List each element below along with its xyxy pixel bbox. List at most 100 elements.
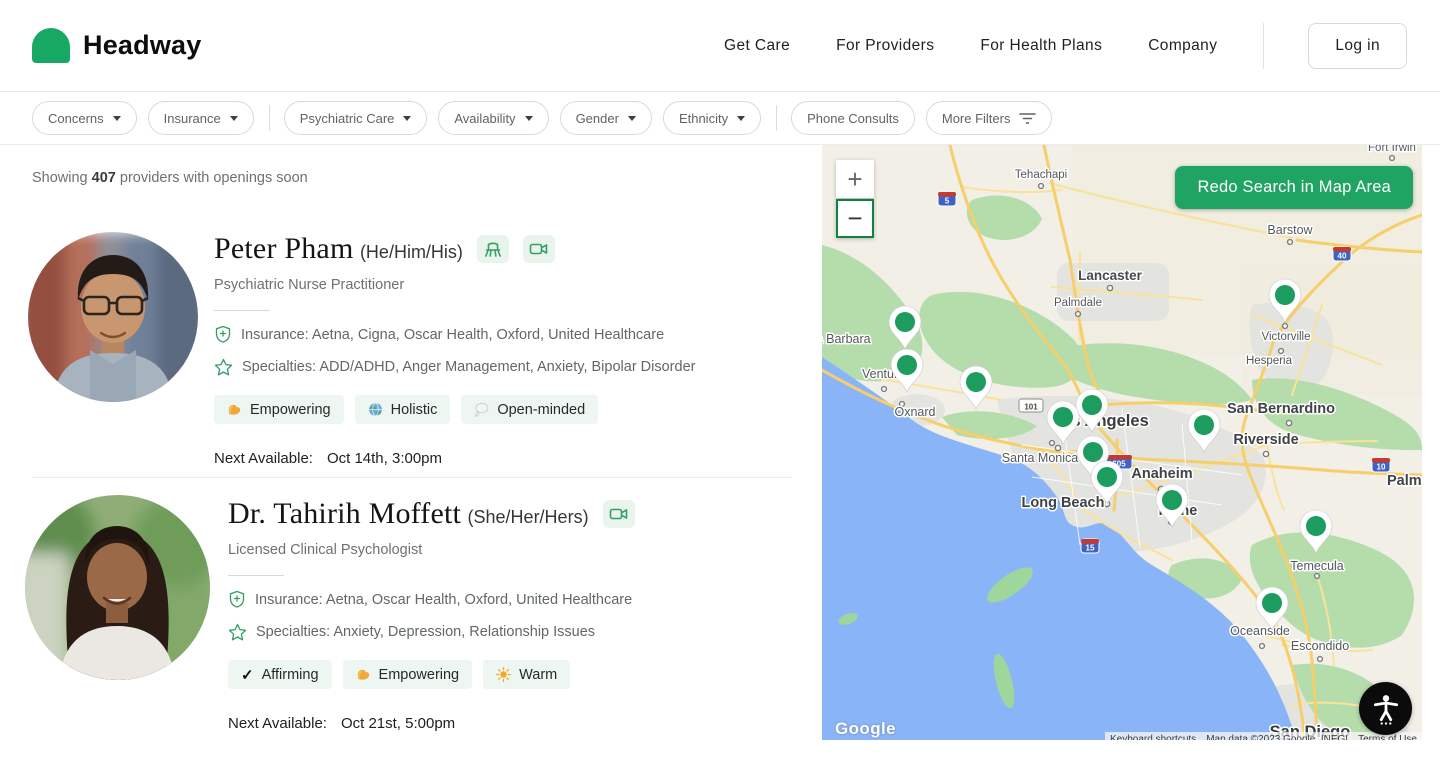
provider-name[interactable]: Dr. Tahirih Moffett xyxy=(228,497,461,530)
video-camera-icon xyxy=(608,505,630,523)
svg-text:101: 101 xyxy=(1024,403,1038,412)
svg-text:Fort Irwin: Fort Irwin xyxy=(1368,145,1416,154)
specialties-row: Specialties: Anxiety, Depression, Relati… xyxy=(228,623,635,641)
svg-text:Anaheim: Anaheim xyxy=(1131,466,1192,482)
svg-text:Oxnard: Oxnard xyxy=(895,405,936,419)
filter-gender[interactable]: Gender xyxy=(560,101,652,135)
tag-label: Warm xyxy=(519,667,557,683)
svg-text:Palm Springs: Palm Springs xyxy=(1387,473,1422,489)
filter-more-filters[interactable]: More Filters xyxy=(926,101,1053,135)
chair-icon xyxy=(482,240,504,259)
filter-label: Ethnicity xyxy=(679,111,728,126)
svg-text:40: 40 xyxy=(1338,252,1347,261)
next-available-row: Next Available: Oct 14th, 3:00pm xyxy=(214,450,695,467)
insurance-row: Insurance: Aetna, Cigna, Oscar Health, O… xyxy=(214,325,695,344)
provider-name[interactable]: Peter Pham xyxy=(214,232,353,265)
insurance-text: Insurance: Aetna, Oscar Health, Oxford, … xyxy=(255,592,632,608)
thought-bubble-icon xyxy=(474,402,489,417)
filter-label: Availability xyxy=(454,111,515,126)
zoom-in-button[interactable]: + xyxy=(836,160,874,198)
login-button[interactable]: Log in xyxy=(1308,23,1407,69)
map-canvas[interactable]: 5 40 15 10 605 101 Fort Irwin Tehachapi … xyxy=(822,145,1422,740)
tag-open-minded: Open-minded xyxy=(461,395,598,424)
filter-label: Psychiatric Care xyxy=(300,111,395,126)
svg-text:Long Beach: Long Beach xyxy=(1022,495,1105,511)
filter-bar: Concerns Insurance Psychiatric Care Avai… xyxy=(0,92,1440,145)
filter-phone-consults[interactable]: Phone Consults xyxy=(791,101,915,135)
results-prefix: Showing xyxy=(32,170,92,186)
svg-text:15: 15 xyxy=(1086,544,1095,553)
keyboard-shortcuts-link[interactable]: Keyboard shortcuts xyxy=(1105,732,1201,740)
filter-availability[interactable]: Availability xyxy=(438,101,548,135)
headway-logo[interactable]: Headway xyxy=(32,28,201,63)
svg-text:Barstow: Barstow xyxy=(1267,223,1313,237)
tag-affirming: ✓ Affirming xyxy=(228,660,332,689)
provider-list: Showing 407 providers with openings soon xyxy=(0,145,822,777)
nav-get-care[interactable]: Get Care xyxy=(724,37,790,55)
results-count: 407 xyxy=(92,170,116,186)
google-logo[interactable]: Google xyxy=(835,719,896,739)
redo-search-button[interactable]: Redo Search in Map Area xyxy=(1175,166,1413,209)
provider-photo[interactable] xyxy=(25,495,210,680)
map-panel[interactable]: 5 40 15 10 605 101 Fort Irwin Tehachapi … xyxy=(822,145,1422,740)
nav-for-health-plans[interactable]: For Health Plans xyxy=(980,37,1102,55)
tag-label: Affirming xyxy=(262,667,319,683)
filter-psychiatric-care[interactable]: Psychiatric Care xyxy=(284,101,428,135)
svg-text:Riverside: Riverside xyxy=(1233,432,1298,448)
tag-label: Open-minded xyxy=(497,402,585,418)
provider-card[interactable]: Dr. Tahirih Moffett (She/Her/Hers) Licen… xyxy=(228,497,635,732)
divider xyxy=(228,575,284,576)
accessibility-button[interactable] xyxy=(1359,682,1412,735)
next-available-value: Oct 14th, 3:00pm xyxy=(327,450,442,467)
svg-text:San Bernardino: San Bernardino xyxy=(1227,401,1335,417)
specialties-text: Specialties: Anxiety, Depression, Relati… xyxy=(256,624,595,640)
map-attribution: Keyboard shortcuts Map data ©2023 Google… xyxy=(1105,732,1422,740)
provider-card[interactable]: Peter Pham (He/Him/His) xyxy=(214,232,695,467)
shield-plus-icon xyxy=(214,325,232,344)
sun-icon xyxy=(496,667,511,682)
tag-empowering: Empowering xyxy=(214,395,344,424)
svg-text:Tehachapi: Tehachapi xyxy=(1015,169,1067,181)
star-icon xyxy=(228,623,247,641)
attribute-tags: ✓ Affirming Empowering xyxy=(228,660,635,689)
tag-warm: Warm xyxy=(483,660,570,689)
svg-text:Hesperia: Hesperia xyxy=(1246,355,1293,367)
filter-lines-icon xyxy=(1019,112,1036,125)
filter-concerns[interactable]: Concerns xyxy=(32,101,137,135)
results-suffix: providers with openings soon xyxy=(116,170,308,186)
check-mark-icon: ✓ xyxy=(241,666,254,684)
filter-label: Phone Consults xyxy=(807,111,899,126)
specialties-row: Specialties: ADD/ADHD, Anger Management,… xyxy=(214,358,695,376)
tag-label: Empowering xyxy=(379,667,460,683)
map-data-credit: Map data ©2023 Google, INEGI xyxy=(1201,732,1353,740)
next-available-label: Next Available: xyxy=(228,715,327,732)
results-count-line: Showing 407 providers with openings soon xyxy=(32,170,308,186)
in-person-badge xyxy=(477,235,509,263)
video-camera-icon xyxy=(528,240,550,258)
nav-for-providers[interactable]: For Providers xyxy=(836,37,934,55)
tag-label: Empowering xyxy=(250,402,331,418)
nav-company[interactable]: Company xyxy=(1148,37,1217,55)
svg-text:Escondido: Escondido xyxy=(1291,639,1349,653)
map-zoom-control: + − xyxy=(836,160,874,238)
video-badge xyxy=(603,500,635,528)
svg-text:Santa Barbara: Santa Barbara xyxy=(822,332,871,346)
zoom-out-button[interactable]: − xyxy=(836,199,874,238)
provider-title: Psychiatric Nurse Practitioner xyxy=(214,277,695,293)
headway-logo-icon xyxy=(32,28,70,63)
main-nav: Get Care For Providers For Health Plans … xyxy=(724,23,1407,69)
next-available-value: Oct 21st, 5:00pm xyxy=(341,715,455,732)
brand-name: Headway xyxy=(83,30,201,61)
chevron-down-icon xyxy=(737,116,745,121)
svg-text:Lancaster: Lancaster xyxy=(1078,268,1143,283)
next-available-label: Next Available: xyxy=(214,450,313,467)
chevron-down-icon xyxy=(230,116,238,121)
chevron-down-icon xyxy=(403,116,411,121)
tag-holistic: Holistic xyxy=(355,395,451,424)
chevron-down-icon xyxy=(525,116,533,121)
filter-ethnicity[interactable]: Ethnicity xyxy=(663,101,761,135)
flex-arm-icon xyxy=(356,667,371,682)
filter-insurance[interactable]: Insurance xyxy=(148,101,254,135)
provider-photo[interactable] xyxy=(28,232,198,402)
tag-label: Holistic xyxy=(391,402,438,418)
